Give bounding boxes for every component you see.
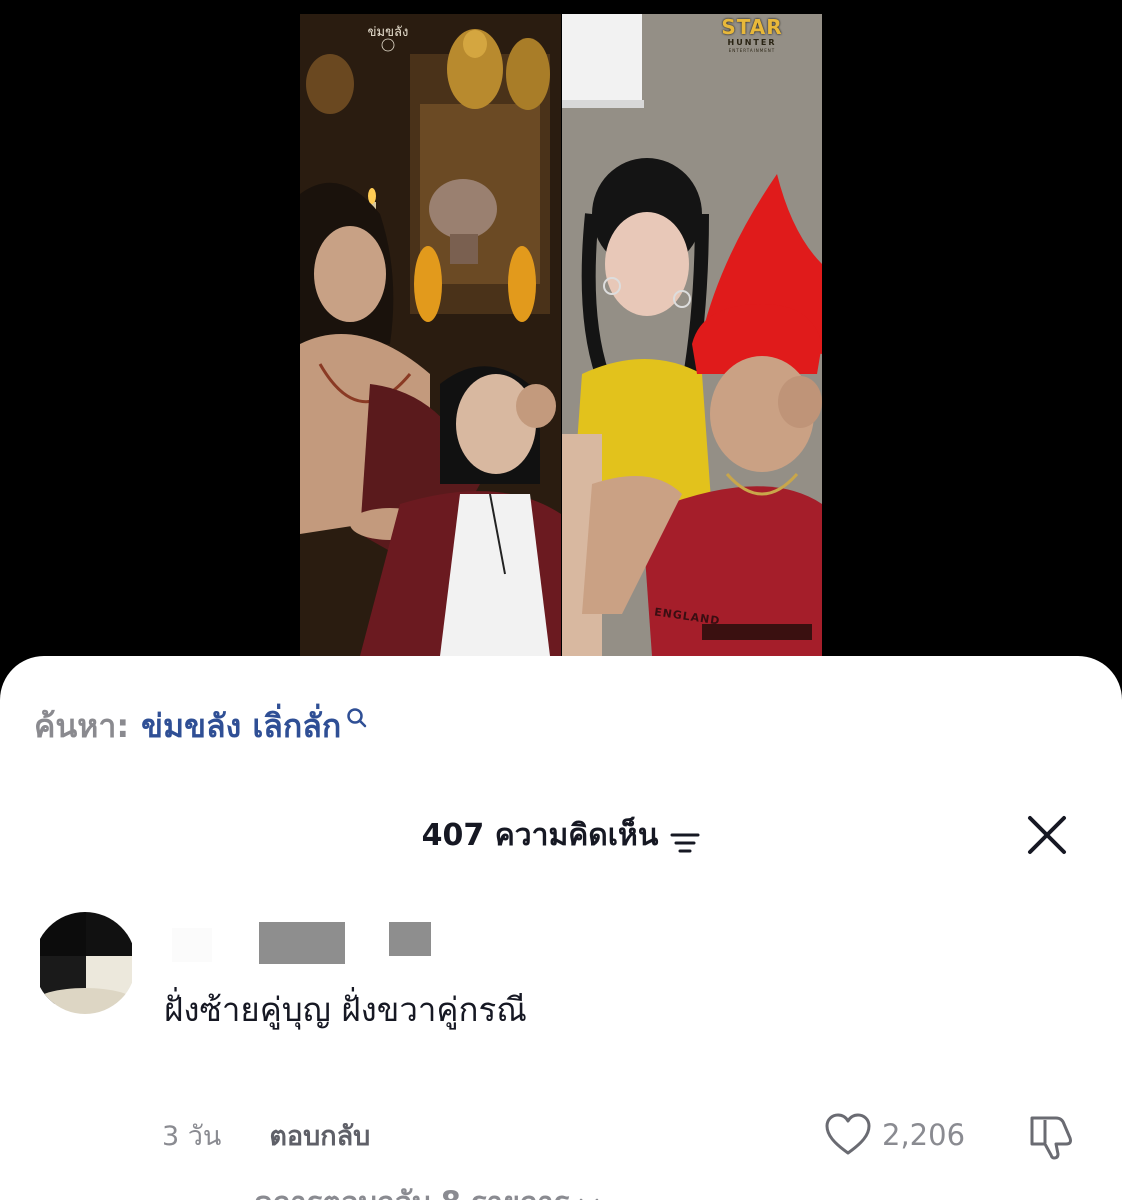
right-logo-main: STAR — [721, 15, 783, 39]
view-replies-label: ดูการตอบกลับ 8 รายการ — [254, 1179, 569, 1200]
comment-text: ฝั่งซ้ายคู่บุญ ฝั่งขวาคู่กรณี — [164, 990, 527, 1029]
comment-meta: 3 วัน ตอบกลับ — [162, 1112, 370, 1158]
search-label: ค้นหา: — [34, 706, 130, 745]
close-icon[interactable] — [1022, 814, 1072, 858]
svg-text:ข่มขลัง: ข่มขลัง — [368, 25, 409, 40]
video-right-panel: STAR HUNTER ENTERTAINMENT ENGLAND — [562, 14, 822, 656]
right-poster-logo: STAR HUNTER ENTERTAINMENT — [712, 16, 792, 53]
close-button[interactable] — [1022, 814, 1072, 858]
right-panel-illustration — [562, 14, 822, 656]
like-button[interactable]: 2,206 — [824, 1112, 965, 1158]
screen: ข่มขลัง STAR HUNTER ENTERTAINMENT ENGLAN… — [0, 0, 1122, 1200]
reply-button[interactable]: ตอบกลับ — [269, 1114, 370, 1157]
left-poster-logo-mark: ข่มขลัง — [368, 25, 409, 52]
view-replies-button[interactable]: ดูการตอบกลับ 8 รายการ — [162, 1180, 601, 1200]
dislike-button[interactable] — [1026, 1110, 1078, 1162]
video-left-panel: ข่มขลัง — [300, 14, 561, 656]
thumbs-down-icon[interactable] — [1026, 1110, 1078, 1162]
like-count: 2,206 — [882, 1118, 966, 1152]
right-logo-sub: HUNTER — [727, 38, 777, 47]
filter-icon[interactable] — [670, 825, 700, 853]
comment-item: ฝั่งซ้ายคู่บุญ ฝั่งขวาคู่กรณี 3 วัน ตอบก… — [0, 912, 1122, 1200]
comment-time: 3 วัน — [162, 1120, 222, 1152]
comments-header: 407 ความคิดเห็น — [0, 814, 1122, 858]
left-poster-logo: ข่มขลัง — [358, 18, 418, 54]
chevron-down-icon[interactable] — [577, 1192, 601, 1200]
avatar[interactable] — [34, 912, 136, 1014]
comments-count-title: 407 ความคิดเห็น — [421, 818, 659, 853]
video-player[interactable]: ข่มขลัง STAR HUNTER ENTERTAINMENT ENGLAN… — [300, 14, 822, 656]
comments-sheet: ค้นหา: ข่มขลัง เลิ่กลั่ก 407 ความคิดเห็น — [0, 656, 1122, 1200]
username-redacted[interactable] — [164, 922, 444, 968]
right-logo-ent: ENTERTAINMENT — [728, 48, 776, 53]
search-suggestion[interactable]: ค้นหา: ข่มขลัง เลิ่กลั่ก — [34, 704, 369, 748]
heart-icon[interactable] — [824, 1113, 872, 1157]
search-icon[interactable] — [345, 704, 369, 748]
search-term[interactable]: ข่มขลัง เลิ่กลั่ก — [141, 701, 341, 752]
left-panel-illustration — [300, 14, 561, 656]
